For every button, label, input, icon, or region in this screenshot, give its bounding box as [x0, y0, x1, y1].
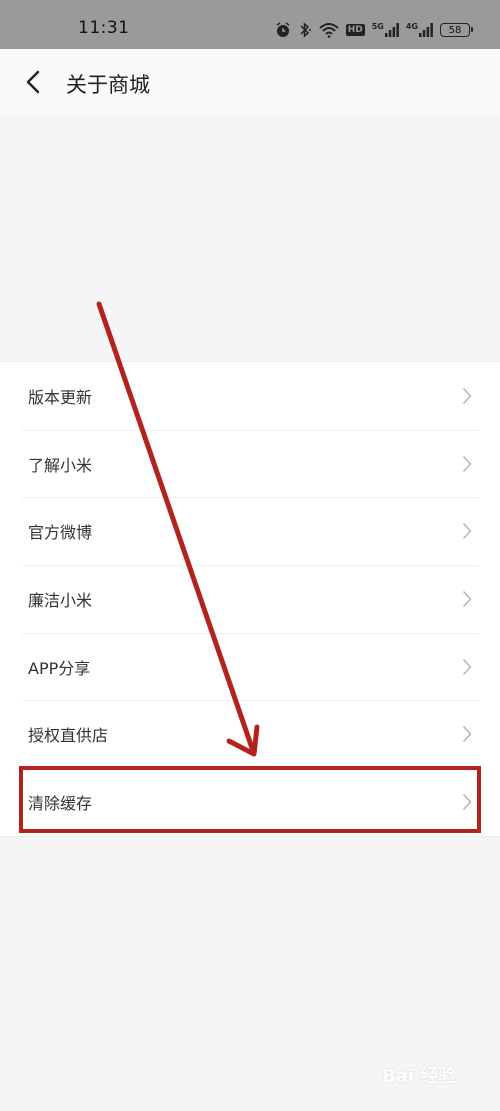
- signal-bars-icon: [384, 23, 399, 37]
- list-item-label: 官方微博: [28, 523, 93, 543]
- chevron-right-icon: [462, 793, 472, 810]
- signal-5g-icon: 5G: [372, 23, 399, 37]
- list-item-label: APP分享: [28, 658, 91, 678]
- signal-5g-label: 5G: [371, 22, 384, 31]
- status-bar: 11:31 HD 5G 4G 58: [0, 0, 500, 49]
- hd-icon: HD: [345, 24, 365, 36]
- chevron-right-icon: [462, 726, 472, 743]
- list-item-version-update[interactable]: 版本更新: [0, 362, 500, 430]
- back-button[interactable]: [20, 67, 46, 97]
- list-item-about-xiaomi[interactable]: 了解小米: [0, 429, 500, 498]
- chevron-right-icon: [462, 387, 472, 404]
- settings-list: 版本更新 了解小米 官方微博 廉洁小米 APP分享 授权直供店 清除缓存: [0, 361, 500, 837]
- wifi-icon: [319, 23, 339, 38]
- header-bar: 关于商城: [0, 49, 500, 116]
- page-title: 关于商城: [66, 73, 150, 97]
- chevron-right-icon: [462, 523, 472, 540]
- list-item-app-share[interactable]: APP分享: [0, 632, 500, 701]
- signal-4g-icon: 4G: [406, 23, 433, 37]
- watermark: Bai 经验: [382, 1066, 457, 1087]
- chevron-right-icon: [462, 455, 472, 472]
- list-item-official-weibo[interactable]: 官方微博: [0, 497, 500, 565]
- battery-level: 58: [448, 24, 462, 36]
- status-icons: HD 5G 4G 58: [275, 21, 473, 39]
- list-item-integrity-xiaomi[interactable]: 廉洁小米: [0, 565, 500, 633]
- list-item-label: 授权直供店: [28, 726, 109, 746]
- chevron-right-icon: [462, 658, 472, 675]
- list-item-label: 廉洁小米: [28, 590, 93, 610]
- status-time: 11:31: [78, 18, 130, 38]
- alarm-icon: [276, 22, 290, 37]
- signal-4g-label: 4G: [405, 22, 418, 31]
- list-item-label: 版本更新: [28, 387, 93, 407]
- list-item-label: 了解小米: [28, 455, 93, 475]
- list-item-clear-cache[interactable]: 清除缓存: [0, 768, 500, 836]
- bluetooth-icon: [300, 22, 311, 38]
- signal-bars-icon: [419, 23, 433, 37]
- battery-icon: 58: [440, 23, 473, 37]
- list-item-label: 清除缓存: [28, 793, 93, 813]
- chevron-right-icon: [462, 590, 472, 607]
- chevron-left-icon: [26, 70, 40, 94]
- list-item-authorized-stores[interactable]: 授权直供店: [0, 700, 500, 768]
